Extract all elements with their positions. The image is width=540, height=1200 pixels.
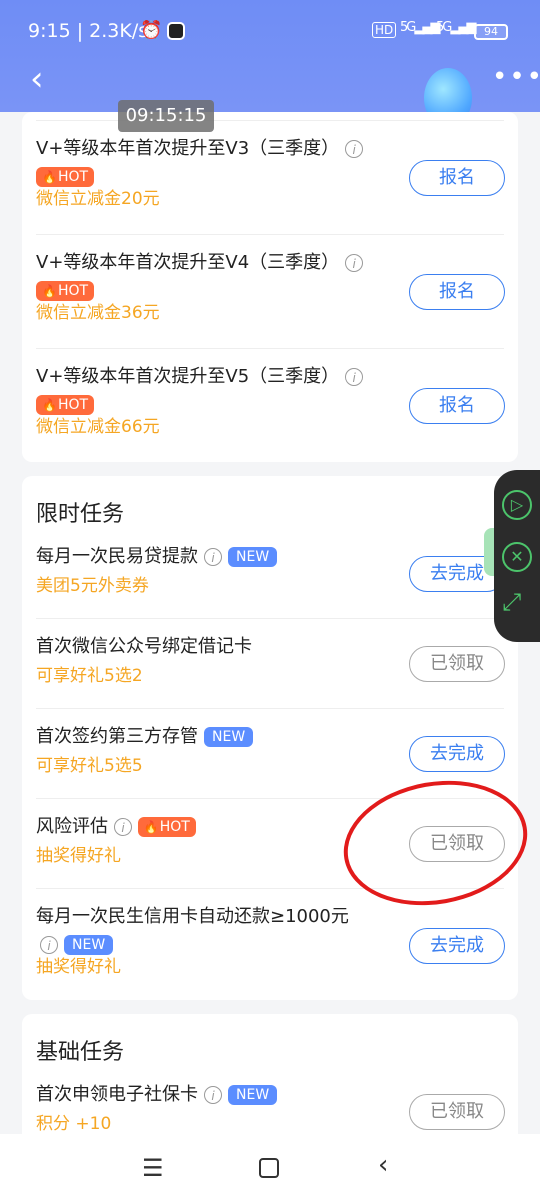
section-title: 限时任务 xyxy=(36,502,125,527)
new-badge: NEW xyxy=(228,1085,278,1105)
signal-icon-1: 5G▂▄▆ xyxy=(400,20,440,35)
divider xyxy=(36,120,504,121)
complete-button[interactable]: 去完成 xyxy=(409,928,505,964)
back-icon[interactable]: ‹ xyxy=(30,62,44,96)
divider xyxy=(36,348,504,349)
screenshot-timestamp: 09:15:15 xyxy=(118,100,214,132)
more-icon[interactable]: ••• xyxy=(492,62,540,92)
info-icon[interactable]: i xyxy=(345,368,364,386)
task-title: V+等级本年首次提升至V3（三季度） i xyxy=(36,136,504,162)
hd-badge: HD xyxy=(372,22,397,38)
info-icon[interactable]: i xyxy=(204,1086,222,1104)
status-bar: 9:15 | 2.3K/s ⏰ HD 5G▂▄▆ 5G▂▄▆ 94 xyxy=(0,0,540,60)
expand-icon[interactable]: ⤢ xyxy=(502,588,521,616)
hot-badge: 🔥HOT xyxy=(36,394,95,415)
battery-icon: 94 xyxy=(474,24,508,40)
app-header: 9:15 | 2.3K/s ⏰ HD 5G▂▄▆ 5G▂▄▆ 94 ‹ ••• xyxy=(0,0,540,112)
new-badge: NEW xyxy=(64,934,114,955)
alarm-icon: ⏰ xyxy=(140,20,163,41)
section-title: 基础任务 xyxy=(36,1040,125,1065)
task-title: 每月一次民生信用卡自动还款≥1000元 xyxy=(36,906,349,927)
signal-icon-2: 5G▂▄▆ xyxy=(436,20,476,35)
signup-button[interactable]: 报名 xyxy=(409,274,505,310)
task-title: V+等级本年首次提升至V5（三季度） i xyxy=(36,364,504,390)
new-badge: NEW xyxy=(204,727,254,747)
claimed-button[interactable]: 已领取 xyxy=(409,1094,505,1130)
avatar xyxy=(424,68,472,112)
home-icon[interactable] xyxy=(259,1158,279,1178)
info-icon[interactable]: i xyxy=(345,254,364,272)
new-badge: NEW xyxy=(228,547,278,567)
limited-tasks-card: 限时任务 每月一次民易贷提款 i NEW 美团5元外卖券 去完成 首次微信公众号绑定… xyxy=(22,476,518,1000)
divider xyxy=(36,234,504,235)
signup-button[interactable]: 报名 xyxy=(409,388,505,424)
complete-button[interactable]: 去完成 xyxy=(409,736,505,772)
info-icon[interactable]: i xyxy=(114,818,132,836)
divider xyxy=(36,618,504,619)
hot-badge: 🔥HOT xyxy=(36,280,95,301)
close-icon[interactable]: ✕ xyxy=(502,542,532,572)
info-icon[interactable]: i xyxy=(204,548,222,566)
task-title: V+等级本年首次提升至V4（三季度） i xyxy=(36,250,504,276)
signup-button[interactable]: 报名 xyxy=(409,160,505,196)
status-time: 9:15 | 2.3K/s xyxy=(28,20,149,42)
info-icon[interactable]: i xyxy=(345,140,364,158)
claimed-button[interactable]: 已领取 xyxy=(409,646,505,682)
back-nav-icon[interactable]: ‹ xyxy=(378,1150,388,1180)
record-icon xyxy=(167,22,185,40)
info-icon[interactable]: i xyxy=(40,935,58,954)
v-level-card: V+等级本年首次提升至V3（三季度） i 🔥HOT 微信立减金20元 报名 V+等… xyxy=(22,112,518,462)
hot-badge: 🔥HOT xyxy=(36,166,95,187)
basic-tasks-card: 基础任务 首次申领电子社保卡 i NEW 积分 +10 已领取 xyxy=(22,1014,518,1144)
system-nav-bar: ☰ ‹ xyxy=(0,1134,540,1200)
divider xyxy=(36,708,504,709)
hot-badge: 🔥HOT xyxy=(137,817,196,837)
menu-icon[interactable]: ☰ xyxy=(142,1154,164,1182)
play-icon[interactable]: ▷ xyxy=(502,490,532,520)
floating-toolbar: ▷ ✕ ⤢ xyxy=(494,470,540,642)
